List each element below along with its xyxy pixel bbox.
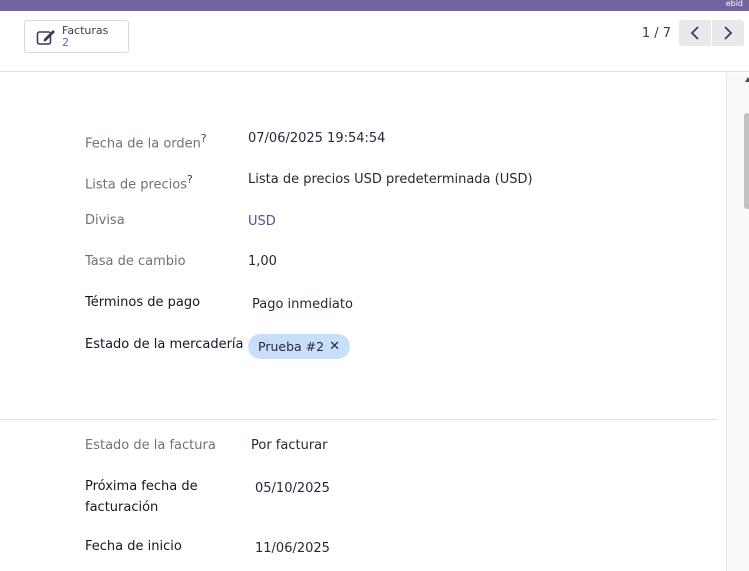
currency-value[interactable]: USD bbox=[248, 211, 276, 232]
next-invoice-date-label: Próxima fecha de facturación bbox=[85, 476, 198, 518]
pager-next-button[interactable] bbox=[712, 20, 744, 46]
next-invoice-date-value[interactable]: 05/10/2025 bbox=[255, 478, 330, 499]
next-invoice-date-label-line2: facturación bbox=[85, 500, 159, 515]
chevron-left-icon bbox=[690, 26, 699, 40]
scrollbar-thumb[interactable] bbox=[744, 113, 749, 209]
order-date-label: Fecha de la orden bbox=[85, 136, 201, 152]
smart-button-count: 2 bbox=[62, 35, 69, 49]
pager-previous-button[interactable] bbox=[679, 20, 711, 46]
goods-state-label: Estado de la mercadería bbox=[85, 337, 244, 352]
exchange-rate-value[interactable]: 1,00 bbox=[248, 251, 277, 272]
payment-terms-label: Términos de pago bbox=[85, 295, 201, 310]
vertical-scrollbar[interactable] bbox=[726, 73, 749, 571]
pricelist-help-icon[interactable]: ? bbox=[187, 173, 193, 186]
invoice-state-label: Estado de la factura bbox=[85, 438, 216, 453]
top-navbar: ebid bbox=[0, 0, 749, 11]
next-invoice-date-label-line1: Próxima fecha de bbox=[85, 479, 198, 494]
exchange-rate-label: Tasa de cambio bbox=[85, 254, 186, 269]
chevron-right-icon bbox=[724, 26, 733, 40]
start-date-label: Fecha de inicio bbox=[85, 539, 182, 554]
scroll-up-icon[interactable] bbox=[745, 77, 749, 82]
payment-terms-value[interactable]: Pago inmediato bbox=[252, 294, 353, 315]
pricelist-row: Lista de precios? bbox=[85, 169, 193, 195]
order-date-value[interactable]: 07/06/2025 19:54:54 bbox=[248, 128, 385, 149]
navbar-badge: ebid bbox=[725, 0, 743, 8]
edit-icon bbox=[36, 29, 55, 45]
remove-tag-icon[interactable]: ✕ bbox=[329, 339, 340, 354]
order-date-help-icon[interactable]: ? bbox=[201, 132, 207, 145]
smart-button-label: Facturas bbox=[62, 23, 109, 37]
tag-label: Prueba #2 bbox=[258, 339, 325, 354]
start-date-value[interactable]: 11/06/2025 bbox=[255, 538, 330, 559]
currency-label: Divisa bbox=[85, 213, 125, 228]
invoices-smart-button[interactable]: Facturas 2 bbox=[24, 20, 129, 53]
pricelist-value[interactable]: Lista de precios USD predeterminada (USD… bbox=[248, 169, 533, 190]
pricelist-label: Lista de precios bbox=[85, 177, 188, 193]
order-date-row: Fecha de la orden? bbox=[85, 128, 207, 154]
section-divider bbox=[0, 419, 718, 420]
goods-state-tag[interactable]: Prueba #2 ✕ bbox=[248, 334, 350, 359]
invoice-state-value: Por facturar bbox=[251, 438, 328, 453]
control-panel: Facturas 2 1 / 7 bbox=[0, 11, 749, 72]
pager-value[interactable]: 1 / 7 bbox=[642, 27, 671, 41]
